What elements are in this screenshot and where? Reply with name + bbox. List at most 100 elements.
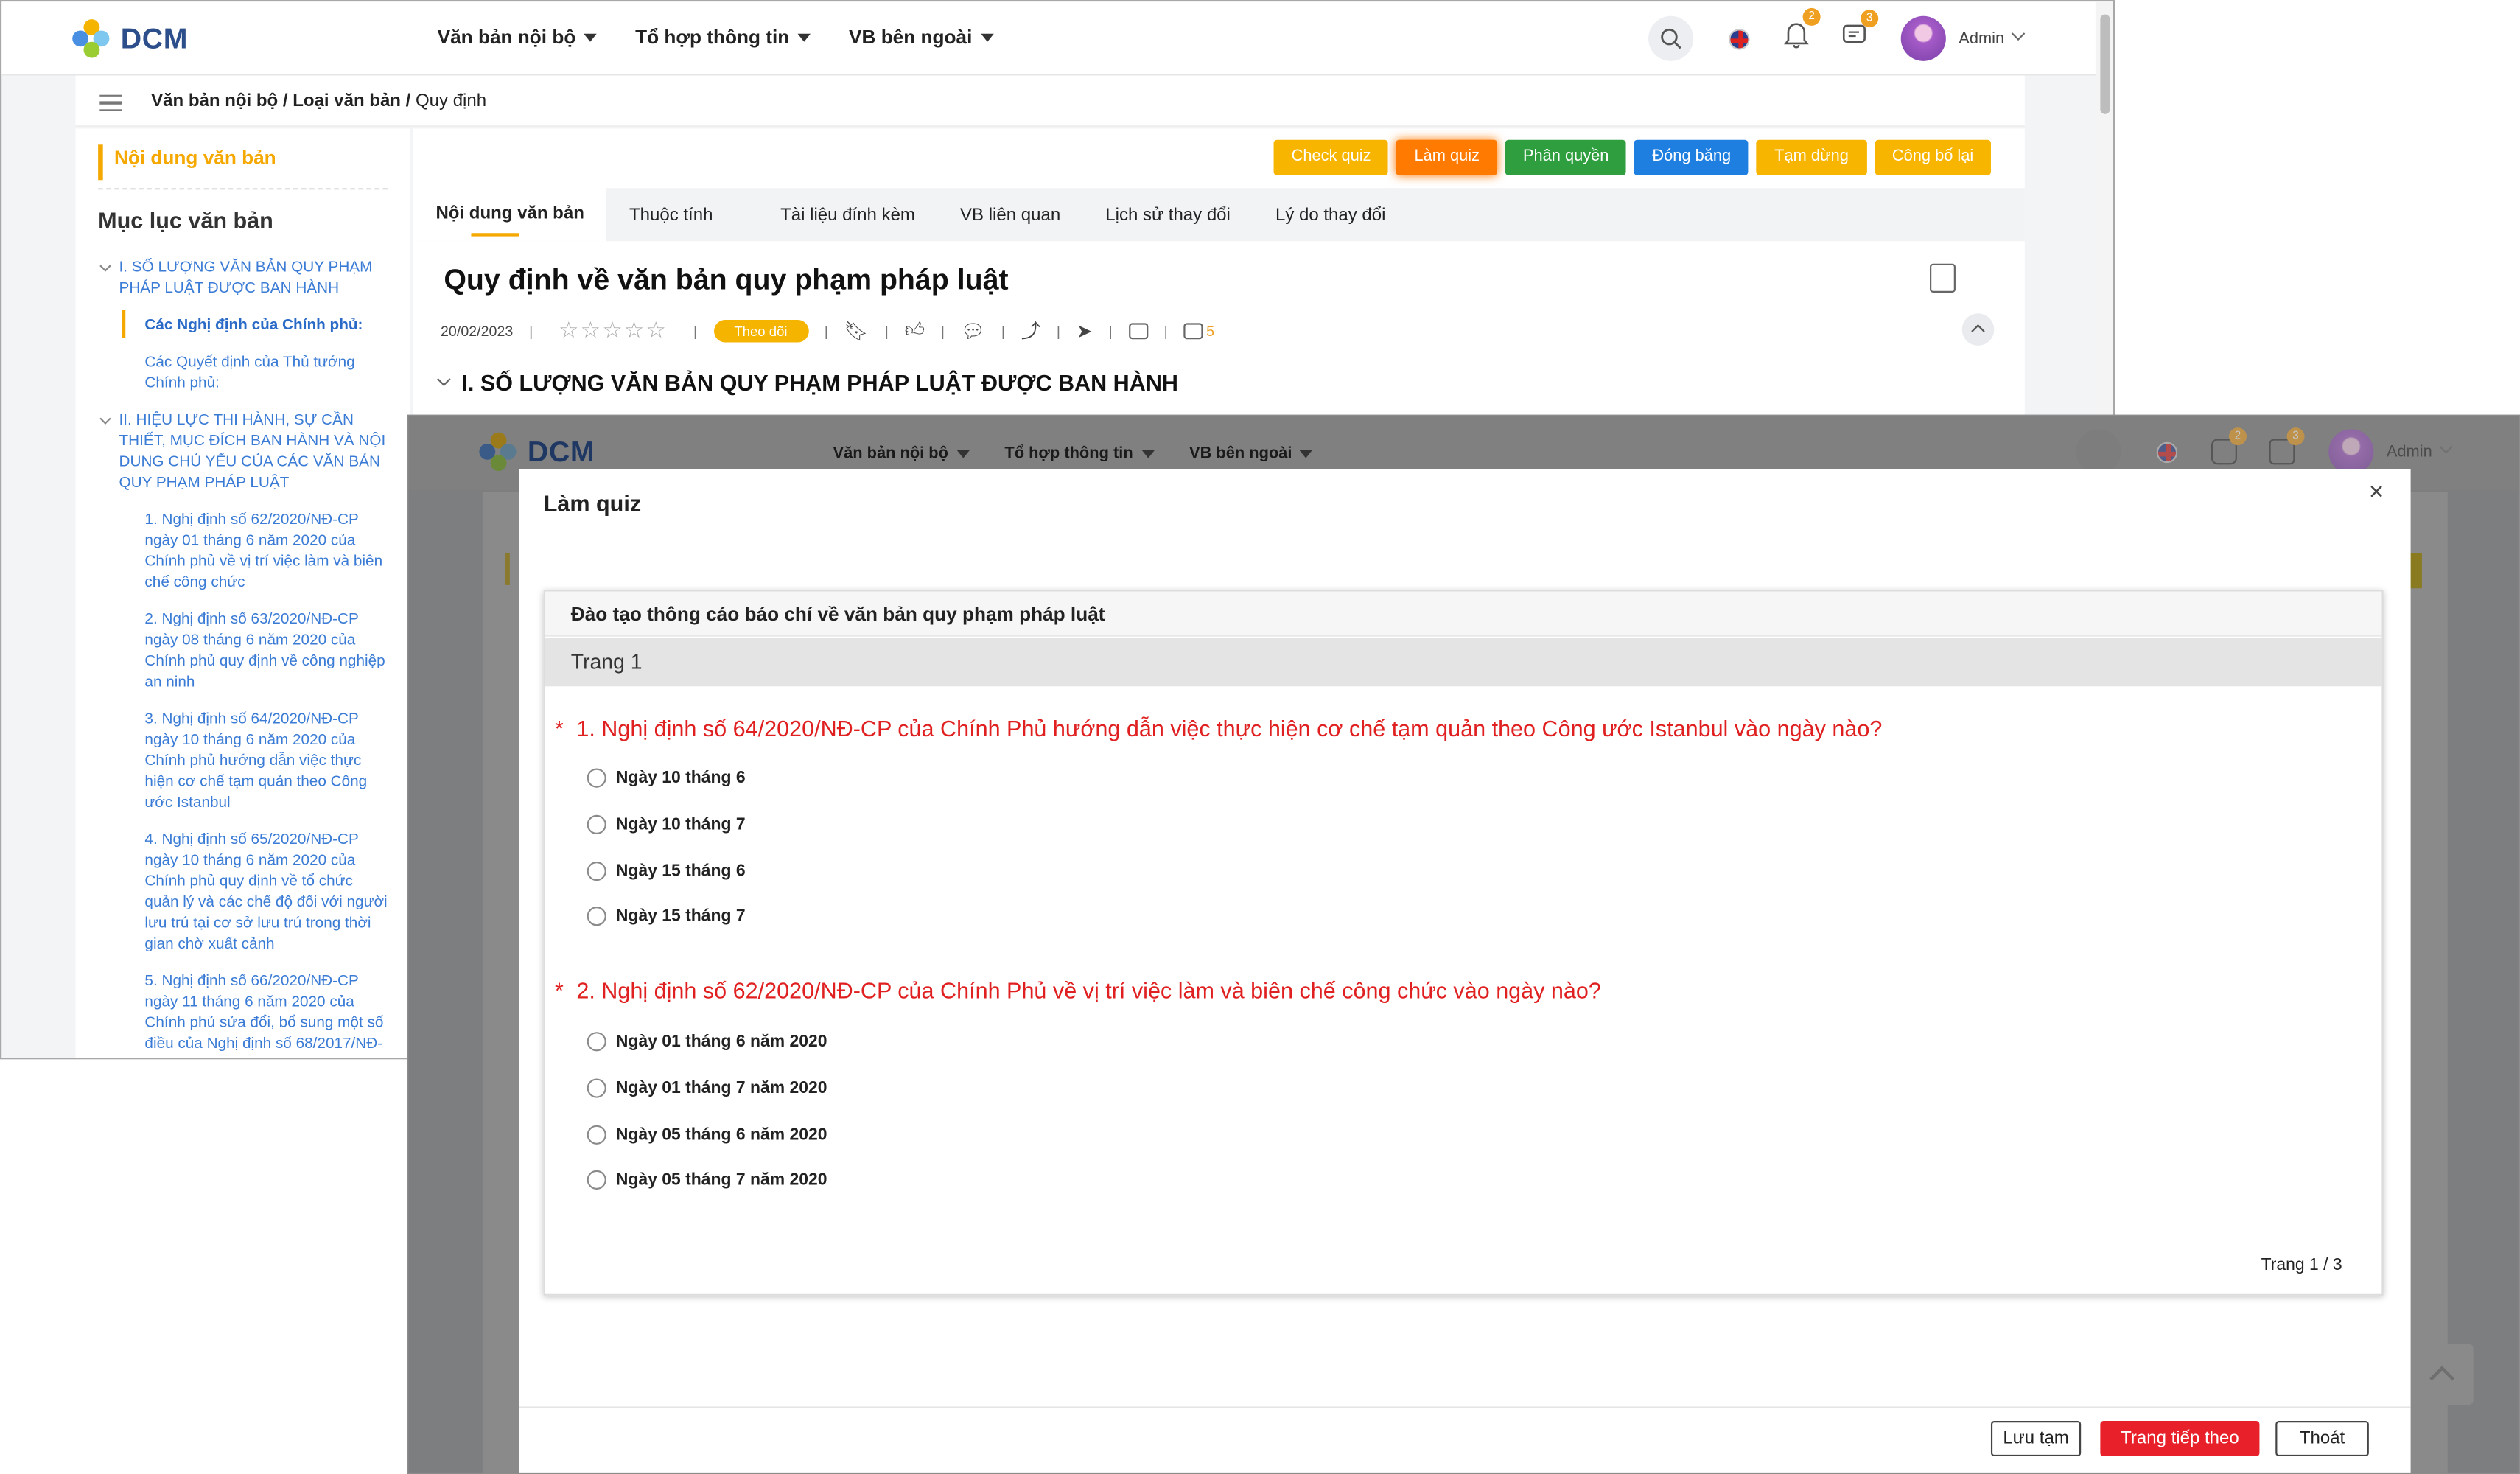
answer-option[interactable]: Ngày 05 tháng 7 năm 2020 bbox=[587, 1170, 827, 1190]
send-icon[interactable]: ➤︎ bbox=[1077, 319, 1093, 342]
answer-option[interactable]: Ngày 10 tháng 7 bbox=[587, 814, 746, 834]
language-flag-icon bbox=[2156, 441, 2178, 463]
follow-button[interactable]: Theo dõi bbox=[713, 318, 808, 342]
breadcrumb-path[interactable]: Văn bản nội bộ / Loại văn bản / bbox=[151, 91, 410, 111]
option-label[interactable]: Ngày 10 tháng 6 bbox=[616, 769, 746, 788]
user-menu[interactable]: Admin bbox=[1959, 29, 2023, 48]
toc-item[interactable]: 5. Nghị định số 66/2020/NĐ-CP ngày 11 th… bbox=[98, 971, 388, 1058]
toc-item[interactable]: Các Quyết định của Thủ tướng Chính phủ: bbox=[98, 352, 388, 394]
option-label[interactable]: Ngày 05 tháng 7 năm 2020 bbox=[616, 1170, 827, 1190]
take-quiz-button[interactable]: Làm quiz bbox=[1396, 139, 1498, 175]
bookmark-icon[interactable]: 🔖︎ bbox=[844, 319, 869, 342]
avatar[interactable] bbox=[1900, 15, 1946, 61]
answer-option[interactable]: Ngày 15 tháng 6 bbox=[587, 862, 746, 881]
pause-button[interactable]: Tạm dừng bbox=[1757, 139, 1866, 175]
toc-item[interactable]: 1. Nghị định số 62/2020/NĐ-CP ngày 01 th… bbox=[98, 509, 388, 593]
radio-button[interactable] bbox=[587, 1032, 606, 1052]
logo[interactable]: DCM bbox=[72, 19, 188, 58]
tab-properties[interactable]: Thuộc tính bbox=[606, 205, 757, 224]
toc-item-active[interactable]: Các Nghị định của Chính phủ: bbox=[98, 310, 388, 338]
breadcrumb: Văn bản nội bộ / Loại văn bản / Quy định bbox=[151, 91, 486, 111]
toc-item[interactable]: 3. Nghị định số 64/2020/NĐ-CP ngày 10 th… bbox=[98, 709, 388, 814]
radio-button[interactable] bbox=[587, 1170, 606, 1190]
menu-icon[interactable] bbox=[99, 94, 122, 111]
divider: | bbox=[529, 322, 533, 339]
modal-footer-divider bbox=[519, 1406, 2411, 1408]
toc-item[interactable]: 2. Nghị định số 63/2020/NĐ-CP ngày 08 th… bbox=[98, 609, 388, 693]
messages-badge: 3 bbox=[1861, 8, 1879, 27]
sidebar-tab-content[interactable]: Nội dung văn bản bbox=[98, 144, 384, 181]
search-button[interactable] bbox=[1648, 15, 1694, 61]
qa-icon[interactable] bbox=[1183, 322, 1203, 339]
quiz-title: Đào tạo thông cáo báo chí về văn bản quy… bbox=[545, 591, 2382, 637]
main-nav: Văn bản nội bộ Tổ hợp thông tin VB bên n… bbox=[438, 26, 993, 49]
sidebar-divider bbox=[98, 188, 388, 190]
header-actions: 2 3 Admin bbox=[2076, 427, 2451, 475]
radio-button[interactable] bbox=[587, 862, 606, 881]
app-name: DCM bbox=[527, 434, 595, 467]
like-icon[interactable]: 👍︎ bbox=[905, 318, 925, 343]
republish-button[interactable]: Công bố lại bbox=[1874, 139, 1992, 175]
option-label[interactable]: Ngày 10 tháng 7 bbox=[616, 815, 746, 834]
divider: | bbox=[940, 322, 945, 339]
nav-info-aggregate[interactable]: Tổ hợp thông tin bbox=[635, 26, 811, 49]
toc-item[interactable]: II. HIỆU LỰC THI HÀNH, SỰ CẦN THIẾT, MỤC… bbox=[98, 410, 388, 493]
nav-internal-docs[interactable]: Văn bản nội bộ bbox=[438, 26, 597, 49]
option-label[interactable]: Ngày 05 tháng 6 năm 2020 bbox=[616, 1125, 827, 1145]
answer-option[interactable]: Ngày 05 tháng 6 năm 2020 bbox=[587, 1125, 827, 1145]
save-draft-button[interactable]: Lưu tạm bbox=[1990, 1421, 2082, 1457]
comment-icon[interactable]: 💬︎ bbox=[961, 319, 985, 342]
download-icon[interactable] bbox=[1930, 263, 1956, 293]
nav-info-aggregate: Tổ hợp thông tin bbox=[1004, 444, 1154, 464]
scroll-to-top-button[interactable] bbox=[2412, 1344, 2474, 1405]
radio-button[interactable] bbox=[587, 814, 606, 834]
radio-button[interactable] bbox=[587, 768, 606, 788]
logo: DCM bbox=[479, 432, 595, 472]
option-label[interactable]: Ngày 01 tháng 6 năm 2020 bbox=[616, 1032, 827, 1051]
answer-option[interactable]: Ngày 01 tháng 7 năm 2020 bbox=[587, 1078, 827, 1098]
document-meta: 20/02/2023 | ☆☆☆☆☆ | Theo dõi | 🔖︎ | 👍︎ … bbox=[441, 317, 1214, 344]
page-title: Quy định về văn bản quy phạm pháp luật bbox=[444, 263, 1009, 296]
freeze-button[interactable]: Đóng băng bbox=[1634, 139, 1749, 175]
toc-item[interactable]: I. SỐ LƯỢNG VĂN BẢN QUY PHẠM PHÁP LUẬT Đ… bbox=[98, 257, 388, 299]
nav-external-docs[interactable]: VB bên ngoài bbox=[849, 26, 993, 49]
toc-item[interactable]: 4. Nghị định số 65/2020/NĐ-CP ngày 10 th… bbox=[98, 829, 388, 954]
notifications-button[interactable]: 2 bbox=[1783, 7, 1821, 56]
foreground-window: DCM Văn bản nội bộ Tổ hợp thông tin VB b… bbox=[407, 414, 2520, 1474]
section-heading[interactable]: I. SỐ LƯỢNG VĂN BẢN QUY PHẠM PHÁP LUẬT Đ… bbox=[461, 370, 1178, 396]
question-text: 2. Nghị định số 62/2020/NĐ-CP của Chính … bbox=[576, 977, 1601, 1003]
nav-internal-docs: Văn bản nội bộ bbox=[833, 444, 970, 464]
tab-history[interactable]: Lịch sử thay đổi bbox=[1083, 205, 1253, 224]
answer-option[interactable]: Ngày 10 tháng 6 bbox=[587, 768, 746, 788]
check-quiz-button[interactable]: Check quiz bbox=[1273, 139, 1389, 175]
answer-option[interactable]: Ngày 01 tháng 6 năm 2020 bbox=[587, 1032, 827, 1052]
option-label[interactable]: Ngày 15 tháng 7 bbox=[616, 907, 746, 926]
chat-icon bbox=[1842, 24, 1866, 42]
document-tabs: Nội dung văn bản Thuộc tính Tài liệu đín… bbox=[413, 188, 2025, 242]
doc-date: 20/02/2023 bbox=[441, 322, 514, 339]
share-icon[interactable]: ⤴︎ bbox=[1021, 317, 1040, 344]
collapse-icon[interactable] bbox=[1961, 313, 1995, 346]
exit-button[interactable]: Thoát bbox=[2275, 1421, 2369, 1457]
option-label[interactable]: Ngày 15 tháng 6 bbox=[616, 862, 746, 881]
radio-button[interactable] bbox=[587, 907, 606, 926]
tab-change-reason[interactable]: Lý do thay đổi bbox=[1253, 205, 1408, 224]
mail-icon[interactable] bbox=[1128, 322, 1148, 339]
close-icon[interactable]: × bbox=[2369, 479, 2384, 508]
logo-mark-icon bbox=[479, 432, 517, 472]
messages-button[interactable]: 3 bbox=[1841, 8, 1879, 55]
radio-button[interactable] bbox=[587, 1125, 606, 1145]
permissions-button[interactable]: Phân quyền bbox=[1505, 139, 1627, 175]
quiz-card: Đào tạo thông cáo báo chí về văn bản quy… bbox=[543, 590, 2384, 1296]
radio-button[interactable] bbox=[587, 1078, 606, 1098]
tab-related-docs[interactable]: VB liên quan bbox=[937, 205, 1082, 224]
tab-attachments[interactable]: Tài liệu đính kèm bbox=[758, 205, 938, 224]
question-2: * 2. Nghị định số 62/2020/NĐ-CP của Chính… bbox=[555, 977, 1601, 1003]
language-flag-icon[interactable] bbox=[1729, 28, 1750, 49]
option-label[interactable]: Ngày 01 tháng 7 năm 2020 bbox=[616, 1078, 827, 1097]
next-page-button[interactable]: Trang tiếp theo bbox=[2100, 1421, 2260, 1457]
breadcrumb-bar: Văn bản nội bộ / Loại văn bản / Quy định bbox=[75, 75, 2025, 128]
answer-option[interactable]: Ngày 15 tháng 7 bbox=[587, 907, 746, 926]
tab-content[interactable]: Nội dung văn bản bbox=[413, 188, 607, 242]
rating-stars-icon[interactable]: ☆☆☆☆☆ bbox=[559, 317, 668, 344]
